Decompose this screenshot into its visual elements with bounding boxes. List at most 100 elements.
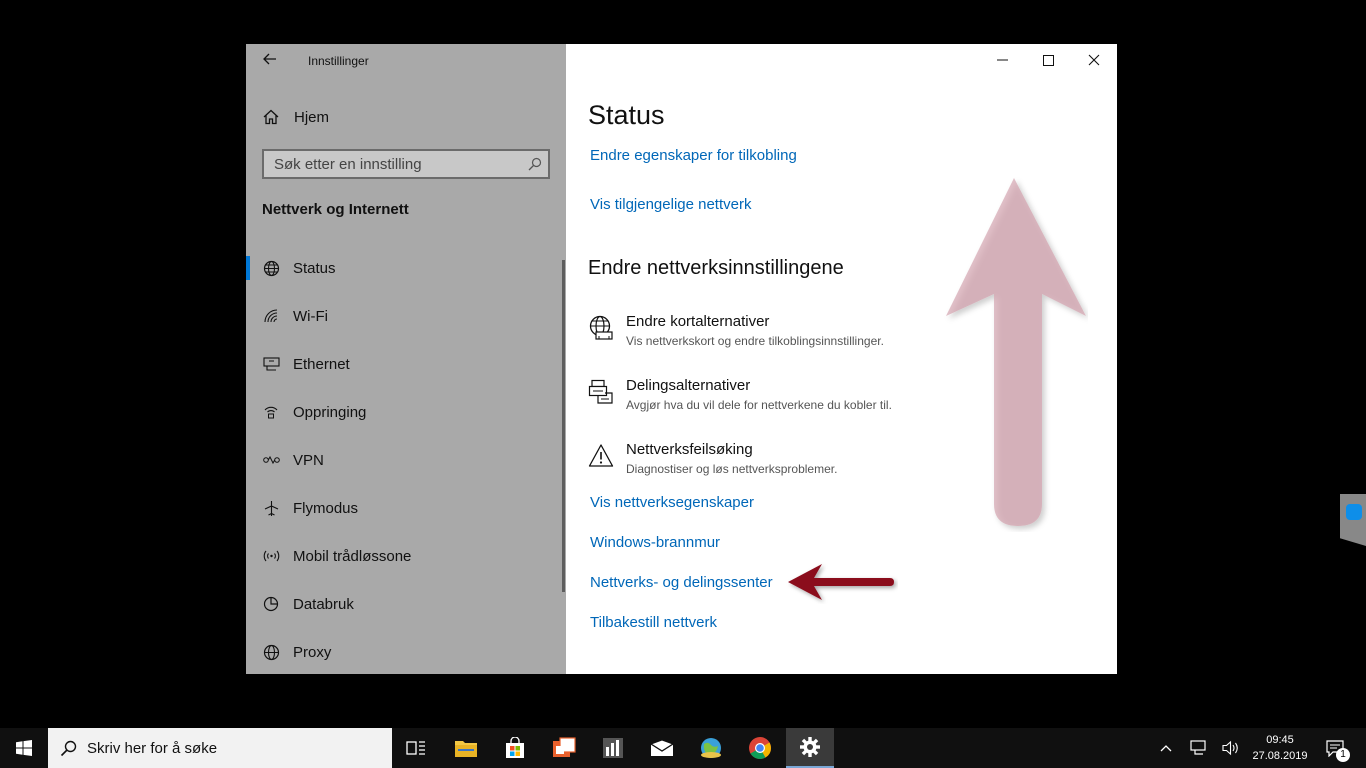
- close-icon: [1088, 54, 1100, 66]
- link-endre-egenskaper[interactable]: Endre egenskaper for tilkobling: [590, 147, 797, 164]
- file-explorer-button[interactable]: [442, 728, 490, 768]
- minimize-icon: [996, 59, 1008, 61]
- search-icon: [60, 740, 77, 756]
- sidebar-item-databruk[interactable]: Databruk: [246, 580, 566, 628]
- option-title: Nettverksfeilsøking: [626, 441, 753, 458]
- globe-icon: [262, 259, 280, 277]
- sidebar-nav: Status Wi-Fi Ethernet Oppringing VPN Fly…: [246, 244, 566, 674]
- annotation-arrow-up: [946, 178, 1086, 526]
- home-icon: [263, 109, 279, 125]
- store-bag-icon: [506, 737, 524, 758]
- settings-search-input[interactable]: [274, 155, 514, 173]
- option-subtitle: Avgjør hva du vil dele for nettverkene d…: [626, 398, 892, 412]
- teamviewer-tab[interactable]: [1340, 494, 1366, 546]
- clock-time: 09:45: [1266, 734, 1294, 746]
- link-tilbakestill-nettverk[interactable]: Tilbakestill nettverk: [590, 614, 717, 631]
- titlebar-left: Innstillinger: [246, 44, 566, 78]
- sharing-icon: [588, 379, 613, 404]
- taskbar: 09:45 27.08.2019 1: [0, 728, 1366, 768]
- sidebar-item-label: Ethernet: [293, 355, 350, 373]
- sidebar-item-label: Flymodus: [293, 499, 359, 517]
- link-vis-nettverksegenskaper[interactable]: Vis nettverksegenskaper: [590, 494, 754, 511]
- sidebar-item-oppringing[interactable]: Oppringing: [246, 388, 566, 436]
- airplane-icon: [262, 499, 280, 517]
- gear-icon: [800, 737, 820, 757]
- option-title: Delingsalternativer: [626, 377, 751, 394]
- sidebar-item-label: Databruk: [293, 595, 354, 613]
- task-view-icon: [406, 741, 425, 755]
- tray-network-button[interactable]: [1186, 728, 1212, 768]
- calculator-app-button[interactable]: [589, 728, 637, 768]
- home-label: Hjem: [294, 108, 330, 126]
- hotspot-icon: [262, 547, 280, 565]
- globe-app-icon: [701, 738, 721, 758]
- adapter-globe-icon: [589, 315, 613, 340]
- globe-icon: [262, 643, 280, 661]
- sidebar-item-wifi[interactable]: Wi-Fi: [246, 292, 566, 340]
- mail-icon: [650, 739, 674, 756]
- link-windows-brannmur[interactable]: Windows-brannmur: [590, 534, 720, 551]
- vpn-icon: [262, 451, 280, 469]
- sidebar-item-flymodus[interactable]: Flymodus: [246, 484, 566, 532]
- back-button[interactable]: [260, 52, 280, 70]
- taskbar-search[interactable]: [48, 728, 392, 768]
- settings-search[interactable]: [262, 149, 550, 179]
- minimize-button[interactable]: [979, 44, 1025, 76]
- link-nettverks-og-delingssenter[interactable]: Nettverks- og delingssenter: [590, 574, 773, 591]
- sidebar-item-label: VPN: [293, 451, 324, 469]
- search-icon[interactable]: [528, 157, 542, 171]
- office-app-icon: [553, 737, 576, 757]
- tray-volume-button[interactable]: [1218, 728, 1244, 768]
- task-view-button[interactable]: [392, 728, 440, 768]
- warning-icon: [588, 444, 614, 467]
- sidebar-item-label: Mobil trådløssone: [293, 547, 412, 565]
- maximize-button[interactable]: [1025, 44, 1071, 76]
- ethernet-icon: [262, 355, 280, 373]
- option-subtitle: Diagnostiser og løs nettverksproblemer.: [626, 462, 838, 476]
- sidebar-item-label: Proxy: [293, 643, 332, 661]
- sidebar-item-ethernet[interactable]: Ethernet: [246, 340, 566, 388]
- section-heading: Endre nettverksinnstillingene: [588, 257, 844, 279]
- store-button[interactable]: [491, 728, 539, 768]
- clock-date: 27.08.2019: [1252, 750, 1308, 762]
- office-app-button[interactable]: [540, 728, 588, 768]
- taskbar-clock[interactable]: 09:45 27.08.2019: [1248, 732, 1312, 764]
- sidebar-item-hotspot[interactable]: Mobil trådløssone: [246, 532, 566, 580]
- option-subtitle: Vis nettverkskort og endre tilkoblingsin…: [626, 334, 884, 348]
- home-link[interactable]: Hjem: [262, 106, 329, 128]
- chrome-icon: [749, 737, 771, 759]
- arrow-left-icon: [263, 53, 276, 65]
- sidebar-item-vpn[interactable]: VPN: [246, 436, 566, 484]
- network-icon: [1190, 740, 1206, 755]
- annotation-arrow-pointer: [788, 564, 894, 600]
- chevron-up-icon: [1160, 745, 1172, 752]
- windows-logo-icon: [16, 740, 32, 756]
- speaker-icon: [1222, 740, 1238, 756]
- sidebar-item-label: Oppringing: [293, 403, 367, 421]
- sidebar-item-label: Status: [293, 259, 336, 277]
- app-title: Innstillinger: [308, 54, 369, 68]
- action-center-button[interactable]: 1: [1318, 728, 1352, 768]
- link-vis-tilgjengelige-nettverk[interactable]: Vis tilgjengelige nettverk: [590, 196, 751, 213]
- sidebar-item-status[interactable]: Status: [246, 244, 566, 292]
- chrome-button[interactable]: [736, 728, 784, 768]
- dialup-icon: [262, 403, 280, 421]
- sidebar-scrollbar[interactable]: [562, 260, 565, 592]
- page-title: Status: [588, 100, 665, 130]
- option-title: Endre kortalternativer: [626, 313, 770, 330]
- sidebar: Innstillinger Hjem Nettverk og Internett…: [246, 44, 566, 674]
- notification-count-badge: 1: [1336, 748, 1350, 762]
- teamviewer-icon: [1346, 504, 1362, 520]
- start-button[interactable]: [0, 728, 48, 768]
- globe-app-button[interactable]: [687, 728, 735, 768]
- section-title: Nettverk og Internett: [262, 201, 409, 218]
- settings-app-button[interactable]: [786, 728, 834, 768]
- sidebar-item-proxy[interactable]: Proxy: [246, 628, 566, 674]
- tray-overflow-button[interactable]: [1154, 728, 1178, 768]
- taskbar-search-input[interactable]: [87, 739, 367, 757]
- mail-button[interactable]: [638, 728, 686, 768]
- wifi-icon: [262, 307, 280, 325]
- folder-icon: [455, 741, 477, 757]
- maximize-icon: [1042, 54, 1054, 66]
- close-button[interactable]: [1071, 44, 1117, 76]
